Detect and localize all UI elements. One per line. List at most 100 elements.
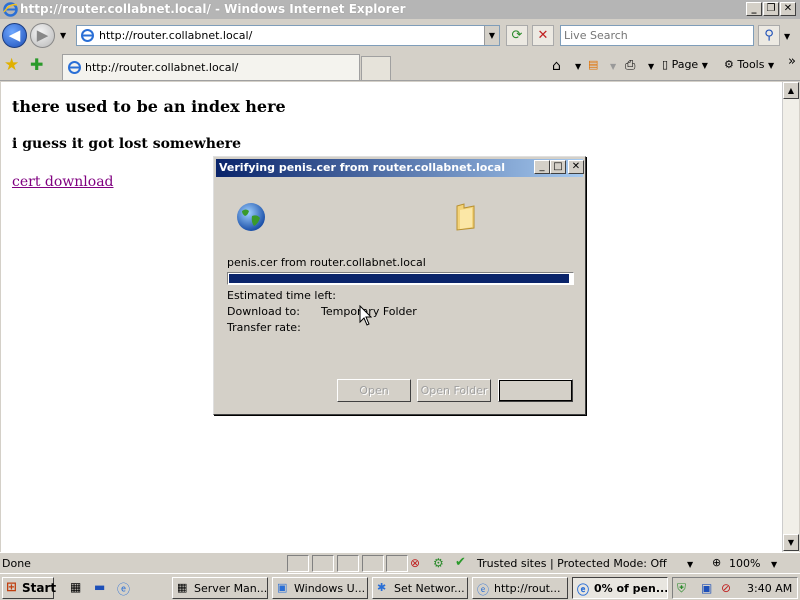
- back-arrow-icon: ◀: [8, 26, 21, 44]
- globe-icon: [237, 203, 265, 231]
- address-input[interactable]: http://router.collabnet.local/: [99, 29, 252, 42]
- search-options-dropdown-icon[interactable]: ▼: [784, 32, 790, 41]
- dialog-title: Verifying penis.cer from router.collabne…: [219, 161, 506, 174]
- dialog-minimize-button[interactable]: _: [534, 160, 550, 174]
- tools-menu[interactable]: ⚙ Tools ▼: [724, 58, 774, 71]
- cancel-button[interactable]: [498, 379, 573, 402]
- quicklaunch-server-icon[interactable]: ▦: [70, 580, 81, 594]
- windows-logo-icon: ⊞: [6, 580, 17, 595]
- task-set-network[interactable]: ✱ Set Networ...: [372, 577, 468, 599]
- new-tab-button[interactable]: [361, 56, 391, 80]
- dialog-maximize-button[interactable]: □: [550, 160, 566, 174]
- tray-network-icon[interactable]: ▣: [701, 581, 712, 595]
- print-icon[interactable]: ⎙: [625, 58, 635, 73]
- quicklaunch-desktop-icon[interactable]: ▬: [94, 580, 105, 594]
- page-menu[interactable]: ▯ Page ▼: [662, 58, 708, 71]
- server-manager-icon: ▦: [177, 581, 188, 594]
- page-menu-label: Page: [671, 58, 699, 71]
- forward-arrow-icon: ▶: [36, 26, 49, 44]
- zoom-level[interactable]: 100%: [729, 557, 760, 570]
- ie-download-icon: ⓔ: [577, 583, 590, 597]
- stop-icon: ✕: [537, 28, 549, 43]
- task-ie-window[interactable]: ⓔ http://rout...: [472, 577, 568, 599]
- tab-bar: ★ ✚ http://router.collabnet.local/ ⌂ ▼ ▤…: [0, 51, 800, 81]
- tools-menu-label: Tools: [737, 58, 765, 71]
- feeds-dropdown-icon[interactable]: ▼: [610, 62, 616, 71]
- manage-addons-icon[interactable]: ⚙: [433, 556, 444, 570]
- mouse-cursor-icon: [359, 305, 373, 326]
- tray-security-icon[interactable]: ⛨: [677, 581, 686, 596]
- print-dropdown-icon[interactable]: ▼: [648, 62, 654, 71]
- system-tray: ⛨ ▣ ⊘ 3:40 AM: [672, 577, 798, 599]
- page-menu-icon: ▯: [662, 58, 669, 71]
- tab-label: http://router.collabnet.local/: [85, 61, 239, 74]
- zone-dropdown-icon[interactable]: ▼: [687, 560, 693, 569]
- quicklaunch-ie-icon[interactable]: ⓔ: [117, 579, 130, 598]
- security-zone-label[interactable]: Trusted sites | Protected Mode: Off: [477, 557, 667, 570]
- start-label: Start: [22, 581, 57, 595]
- taskbar: ⊞ Start ▦ ▬ ⓔ ▦ Server Man... ▣ Windows …: [0, 573, 800, 600]
- open-folder-button[interactable]: Open Folder: [417, 379, 491, 402]
- chevron-right-icon[interactable]: »: [788, 54, 796, 69]
- ie-icon: ⓔ: [477, 583, 490, 597]
- windows-update-icon: ▣: [277, 581, 288, 594]
- cert-download-link[interactable]: cert download: [12, 174, 114, 190]
- task-download[interactable]: ⓔ 0% of pen...: [572, 577, 668, 599]
- popup-blocked-icon[interactable]: ⊗: [410, 556, 420, 570]
- download-dialog[interactable]: Verifying penis.cer from router.collabne…: [213, 156, 586, 415]
- address-toolbar: ◀ ▶ ▼ http://router.collabnet.local/ ▼ ⟳…: [0, 19, 800, 51]
- stop-button[interactable]: ✕: [532, 25, 554, 46]
- window-title-bar[interactable]: http://router.collabnet.local/ - Windows…: [0, 0, 800, 19]
- status-pane: [337, 555, 359, 572]
- page-subheading: i guess it got lost somewhere: [12, 136, 242, 152]
- dialog-title-bar[interactable]: Verifying penis.cer from router.collabne…: [216, 159, 584, 177]
- recent-pages-dropdown-icon[interactable]: ▼: [60, 31, 66, 40]
- minimize-button[interactable]: _: [746, 2, 762, 16]
- zoom-dropdown-icon[interactable]: ▼: [771, 560, 777, 569]
- tab-router[interactable]: http://router.collabnet.local/: [62, 54, 360, 80]
- feeds-icon[interactable]: ▤: [588, 58, 598, 71]
- tab-page-icon: [68, 61, 81, 74]
- estimated-time-label: Estimated time left:: [227, 289, 336, 302]
- search-icon: ⚲: [764, 28, 774, 43]
- home-dropdown-icon[interactable]: ▼: [575, 62, 581, 71]
- page-heading: there used to be an index here: [12, 97, 286, 116]
- forward-button[interactable]: ▶: [30, 23, 55, 48]
- download-file-name: penis.cer from router.collabnet.local: [227, 256, 426, 269]
- restore-button[interactable]: ❐: [763, 2, 779, 16]
- search-box[interactable]: [560, 25, 754, 46]
- open-button[interactable]: Open: [337, 379, 411, 402]
- task-server-manager[interactable]: ▦ Server Man...: [172, 577, 268, 599]
- add-favorites-icon[interactable]: ✚: [30, 55, 43, 74]
- address-dropdown-icon[interactable]: ▼: [484, 26, 499, 45]
- back-button[interactable]: ◀: [2, 23, 27, 48]
- start-button[interactable]: ⊞ Start: [2, 577, 57, 599]
- search-button[interactable]: ⚲: [758, 25, 780, 46]
- task-windows-update[interactable]: ▣ Windows U...: [272, 577, 368, 599]
- page-menu-dropdown-icon: ▼: [701, 61, 708, 70]
- clock[interactable]: 3:40 AM: [747, 582, 792, 595]
- status-pane: [312, 555, 334, 572]
- status-pane: [287, 555, 309, 572]
- tools-menu-dropdown-icon: ▼: [767, 61, 775, 70]
- window-title: http://router.collabnet.local/ - Windows…: [20, 2, 406, 16]
- network-icon: ✱: [377, 581, 387, 594]
- zoom-icon: ⊕: [712, 556, 722, 569]
- scroll-up-arrow-icon[interactable]: ▲: [783, 82, 799, 99]
- status-bar: Done ⊗ ⚙ ✔ Trusted sites | Protected Mod…: [0, 552, 800, 573]
- status-text: Done: [2, 557, 31, 570]
- close-button[interactable]: ✕: [780, 2, 796, 16]
- gear-icon: ⚙: [724, 58, 734, 71]
- search-input[interactable]: [564, 27, 744, 44]
- download-to-label: Download to:: [227, 305, 300, 318]
- progress-fill: [229, 274, 569, 283]
- favorites-star-icon[interactable]: ★: [4, 55, 19, 75]
- vertical-scrollbar[interactable]: ▲ ▼: [782, 82, 799, 552]
- home-icon[interactable]: ⌂: [552, 58, 561, 74]
- folder-icon: [456, 203, 475, 231]
- dialog-close-button[interactable]: ✕: [568, 160, 584, 174]
- scroll-down-arrow-icon[interactable]: ▼: [783, 534, 799, 551]
- refresh-button[interactable]: ⟳: [506, 25, 528, 46]
- tray-volume-muted-icon[interactable]: ⊘: [721, 581, 731, 595]
- address-bar[interactable]: http://router.collabnet.local/ ▼: [76, 25, 500, 46]
